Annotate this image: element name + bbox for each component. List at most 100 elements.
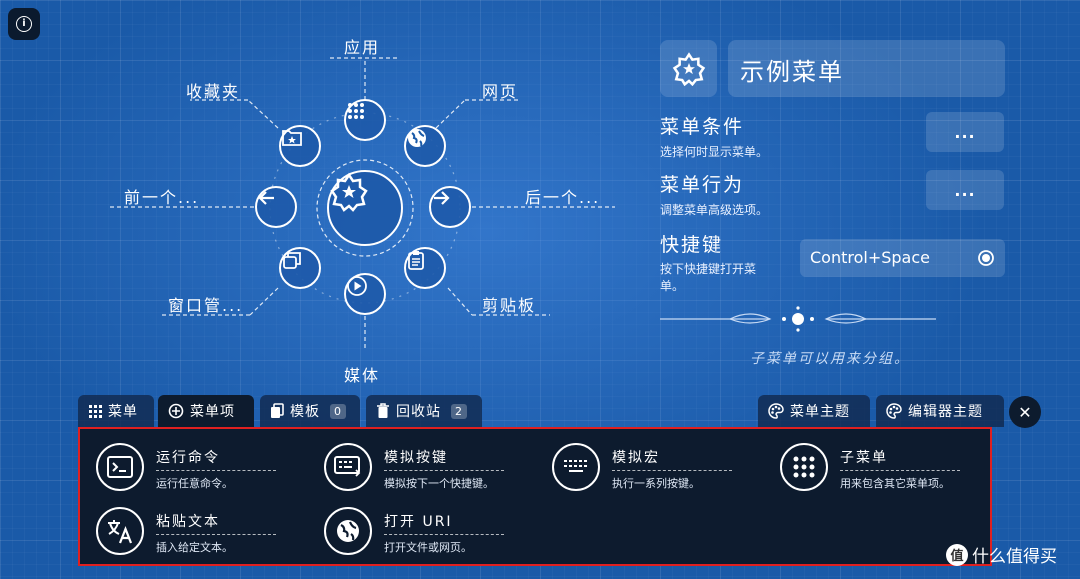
- item-paste-text-icon-wrap: [96, 507, 144, 555]
- item-submenu-icon-wrap: [780, 443, 828, 491]
- tab-templates-label: 模板: [290, 404, 320, 420]
- trash-icon: [377, 403, 389, 418]
- radial-label-clipboard: 剪贴板: [482, 296, 537, 315]
- tab-trash-count: 2: [451, 403, 467, 419]
- item-open-uri[interactable]: 打开 URI 打开文件或网页。: [324, 507, 504, 555]
- tab-menu-items[interactable]: 菜单项: [158, 395, 254, 427]
- item-paste-text[interactable]: 粘贴文本 插入给定文本。: [96, 507, 276, 555]
- shortcut-desc-line1: 按下快捷键打开菜: [660, 262, 757, 276]
- item-open-uri-desc: 打开文件或网页。: [384, 541, 472, 554]
- radial-label-apps: 应用: [344, 38, 381, 57]
- shortcut-section: 快捷键 按下快捷键打开菜 单。: [660, 230, 756, 295]
- windows-icon: [283, 252, 301, 269]
- palette-icon: [768, 403, 784, 419]
- radial-label-previous: 前一个...: [124, 188, 200, 207]
- shortcut-desc-line2: 单。: [660, 279, 685, 293]
- star-badge-icon: [672, 51, 705, 86]
- tab-templates-count: 0: [330, 403, 346, 419]
- globe-icon: [337, 520, 359, 542]
- item-simulate-hotkey-title: 模拟按键: [384, 447, 504, 471]
- star-badge-icon: [330, 172, 368, 212]
- radial-label-favorites: 收藏夹: [186, 82, 241, 101]
- tab-menus[interactable]: 菜单: [78, 395, 154, 427]
- tab-trash-label: 回收站: [396, 404, 441, 420]
- menu-behavior-desc: 调整菜单高级选项。: [660, 203, 769, 217]
- radial-node-clipboard[interactable]: [404, 247, 446, 289]
- close-icon: ✕: [1018, 402, 1032, 422]
- arrow-left-icon: [258, 191, 274, 205]
- keyboard-macro-icon: [564, 460, 587, 472]
- menu-icon-button[interactable]: [660, 40, 717, 97]
- submenu-note: 子菜单可以用来分组。: [750, 351, 910, 367]
- play-icon: [347, 276, 367, 296]
- menu-conditions-button[interactable]: ...: [926, 112, 1004, 152]
- item-run-command-icon-wrap: [96, 443, 144, 491]
- item-open-uri-title: 打开 URI: [384, 511, 504, 535]
- menu-conditions-desc: 选择何时显示菜单。: [660, 145, 769, 159]
- menu-item-palette: 运行命令 运行任意命令。 模拟按键 模拟按下一个快捷键。 模拟宏 执行一系列按键…: [78, 427, 992, 566]
- item-submenu-desc: 用来包含其它菜单项。: [840, 477, 950, 490]
- keyboard-icon: [334, 456, 361, 477]
- radial-node-media[interactable]: [344, 273, 386, 315]
- clipboard-icon: [408, 251, 424, 270]
- radial-node-next[interactable]: [429, 186, 471, 228]
- grid-icon: [89, 405, 102, 418]
- shortcut-title: 快捷键: [660, 234, 724, 256]
- shortcut-input[interactable]: Control+Space: [800, 239, 1005, 277]
- tab-editor-theme-label: 编辑器主题: [908, 404, 983, 420]
- menu-behavior-section: 菜单行为 调整菜单高级选项。: [660, 170, 768, 218]
- radial-label-media: 媒体: [344, 366, 381, 385]
- item-simulate-macro[interactable]: 模拟宏 执行一系列按键。: [552, 443, 732, 491]
- tab-trash[interactable]: 回收站 2: [366, 395, 482, 427]
- menu-behavior-title: 菜单行为: [660, 174, 745, 196]
- close-button[interactable]: ✕: [1009, 396, 1041, 428]
- item-run-command[interactable]: 运行命令 运行任意命令。: [96, 443, 276, 491]
- tab-menus-label: 菜单: [108, 404, 138, 420]
- radial-node-favorites[interactable]: [279, 125, 321, 167]
- radial-label-window: 窗口管...: [168, 296, 244, 315]
- tab-templates[interactable]: 模板 0: [260, 395, 360, 427]
- watermark-badge: 值: [946, 543, 968, 566]
- center-star-badge[interactable]: [327, 170, 403, 246]
- shortcut-desc: 按下快捷键打开菜 单。: [660, 261, 756, 295]
- radial-label-next: 后一个...: [525, 188, 601, 207]
- item-simulate-macro-title: 模拟宏: [612, 447, 732, 471]
- shortcut-value: Control+Space: [810, 248, 930, 267]
- arrow-right-icon: [434, 191, 450, 205]
- item-paste-text-desc: 插入给定文本。: [156, 541, 233, 554]
- item-simulate-hotkey-desc: 模拟按下一个快捷键。: [384, 477, 494, 490]
- record-icon[interactable]: [977, 249, 995, 267]
- menu-name-input[interactable]: 示例菜单: [728, 40, 1005, 97]
- item-submenu[interactable]: 子菜单 用来包含其它菜单项。: [780, 443, 960, 491]
- radial-node-web[interactable]: [404, 125, 446, 167]
- radial-menu-preview: 应用 收藏夹 网页 前一个... 后一个... 窗口管... 剪贴板 媒体: [100, 30, 640, 390]
- radial-label-web: 网页: [482, 82, 519, 101]
- tab-menu-theme[interactable]: 菜单主题: [758, 395, 870, 427]
- item-open-uri-icon-wrap: [324, 507, 372, 555]
- folder-star-icon: [282, 130, 302, 146]
- ornament-divider: [660, 306, 936, 332]
- item-run-command-title: 运行命令: [156, 447, 276, 471]
- info-icon: i: [16, 16, 32, 32]
- grid-icon: [348, 103, 364, 119]
- item-submenu-title: 子菜单: [840, 447, 960, 471]
- menu-behavior-button[interactable]: ...: [926, 170, 1004, 210]
- item-run-command-desc: 运行任意命令。: [156, 477, 233, 490]
- tab-menu-items-label: 菜单项: [190, 404, 235, 420]
- terminal-icon: [107, 456, 133, 478]
- tab-editor-theme[interactable]: 编辑器主题: [876, 395, 1004, 427]
- menu-conditions-title: 菜单条件: [660, 116, 745, 138]
- radial-node-window[interactable]: [279, 247, 321, 289]
- item-simulate-hotkey[interactable]: 模拟按键 模拟按下一个快捷键。: [324, 443, 504, 491]
- tab-menu-theme-label: 菜单主题: [790, 404, 850, 420]
- watermark-text: 什么值得买: [972, 547, 1057, 567]
- add-item-icon: [168, 403, 184, 419]
- palette-icon: [886, 403, 902, 419]
- translate-icon: [108, 520, 133, 544]
- radial-node-apps[interactable]: [344, 99, 386, 141]
- menu-conditions-section: 菜单条件 选择何时显示菜单。: [660, 112, 768, 160]
- item-simulate-hotkey-icon-wrap: [324, 443, 372, 491]
- info-button[interactable]: i: [8, 8, 40, 40]
- radial-node-previous[interactable]: [255, 186, 297, 228]
- item-simulate-macro-desc: 执行一系列按键。: [612, 477, 700, 490]
